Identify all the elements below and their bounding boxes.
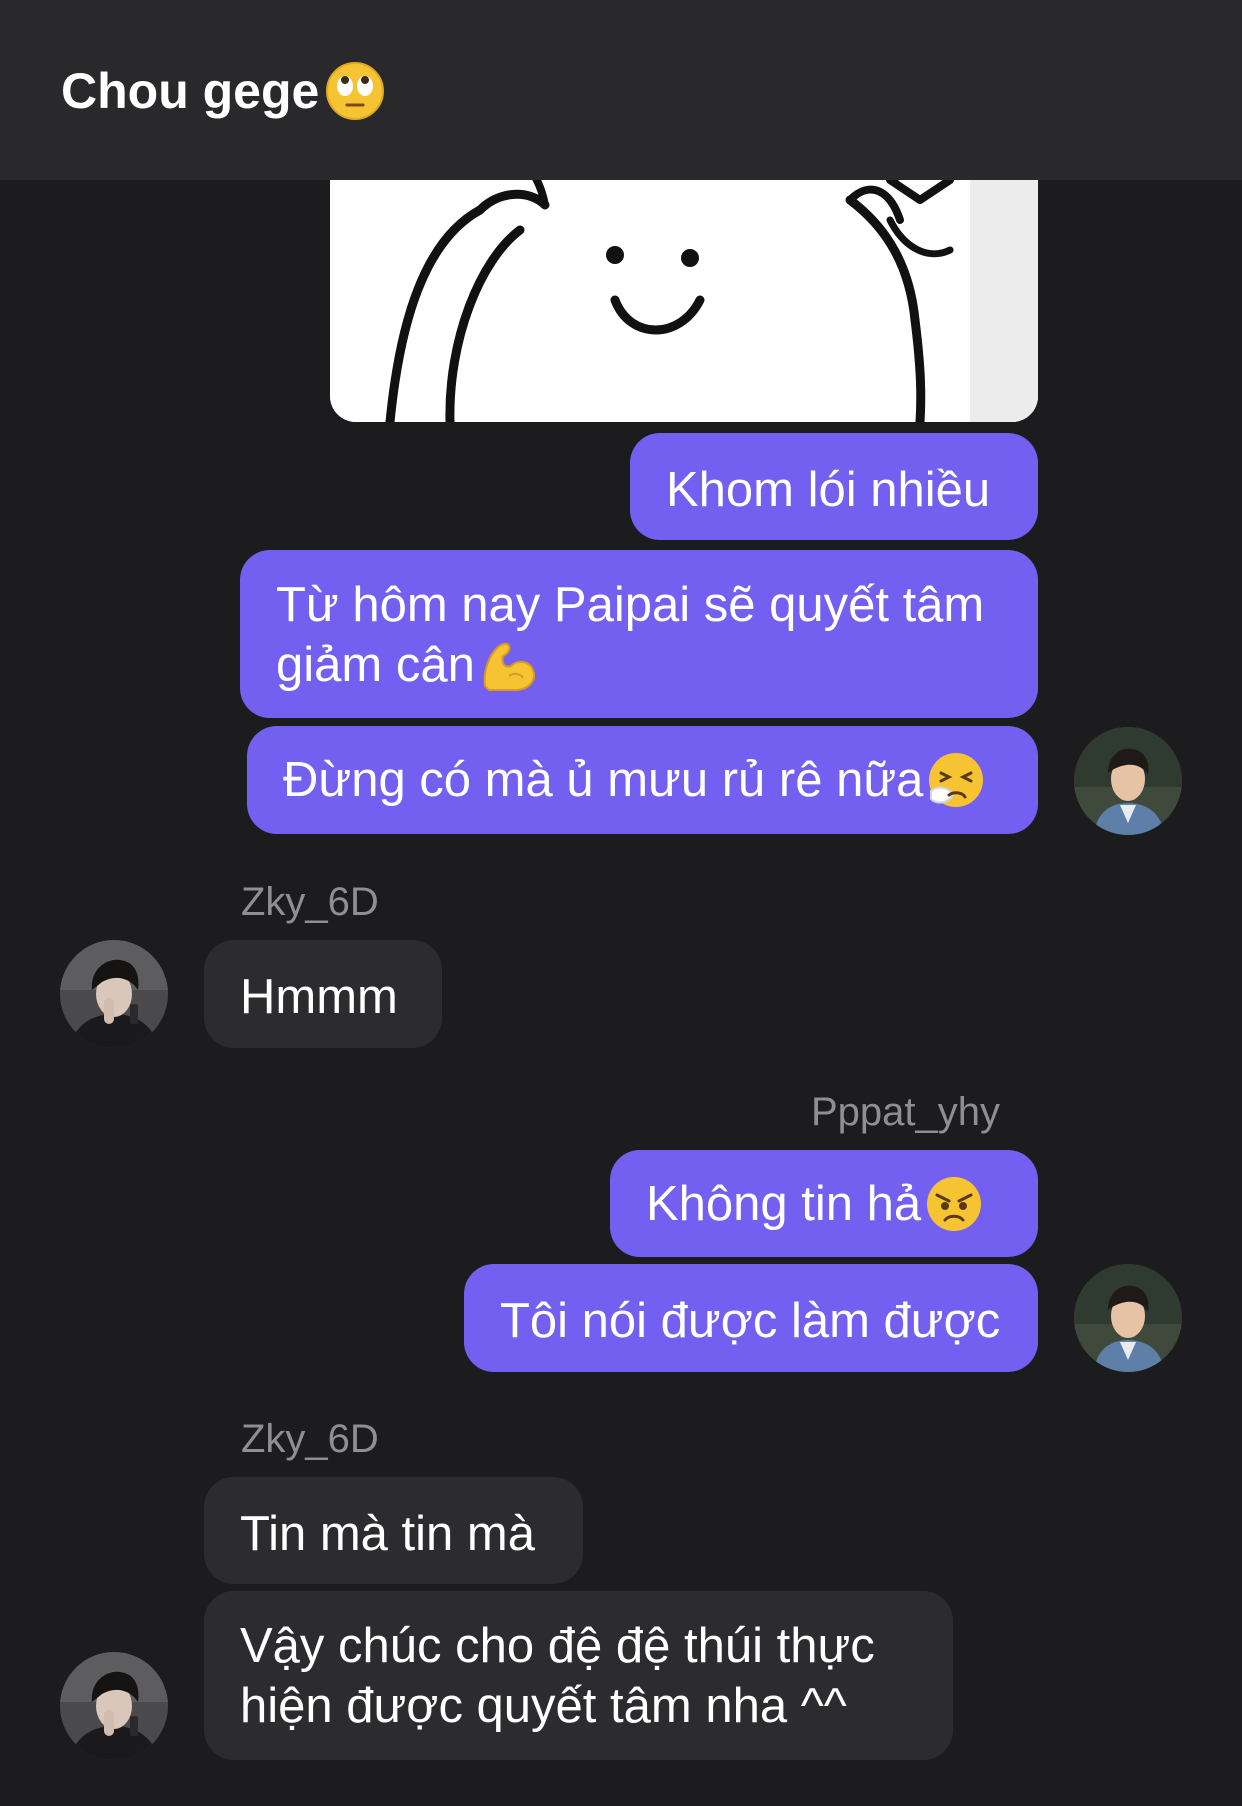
avatar-self[interactable] [1074, 1264, 1182, 1372]
message-bubble-incoming[interactable]: Hmmm [204, 940, 442, 1048]
message-bubble-incoming[interactable]: Vậy chúc cho đệ đệ thúi thực hiện được q… [204, 1591, 953, 1760]
face-with-rolling-eyes-icon [326, 62, 385, 120]
message-text: Khom lói nhiều [666, 463, 991, 517]
sender-name: Zky_6D [241, 880, 379, 924]
angry-face-icon [927, 1176, 982, 1231]
message-text-line-1: Từ hôm nay Paipai sẽ quyết tâm [276, 578, 985, 632]
chat-header: Chou gege [0, 0, 1242, 180]
message-text-line-2: hiện được quyết tâm nha ^^ [240, 1679, 847, 1733]
avatar-photo [1074, 1264, 1182, 1372]
message-text-line-1: Vậy chúc cho đệ đệ thúi thực [240, 1619, 875, 1673]
avatar-contact[interactable] [60, 940, 168, 1048]
avatar-self[interactable] [1074, 727, 1182, 835]
sender-name: Zky_6D [241, 1417, 379, 1461]
chat-screen: Chou gege Khom lói nhiều Từ hôm nay Paip… [0, 0, 1242, 1806]
message-bubble-outgoing[interactable]: Không tin hả [610, 1150, 1038, 1257]
sneezing-face-icon [929, 753, 984, 807]
message-text: Tôi nói được làm được [500, 1294, 1001, 1348]
flexed-biceps-icon [483, 642, 535, 691]
message-bubble-outgoing[interactable]: Từ hôm nay Paipai sẽ quyết tâm giảm cân [240, 550, 1038, 718]
sender-name: Pppat_yhy [810, 1090, 1000, 1134]
message-text: Hmmm [240, 970, 398, 1024]
message-text: Tin mà tin mà [240, 1507, 535, 1561]
avatar-contact[interactable] [60, 1652, 168, 1760]
message-bubble-incoming[interactable]: Tin mà tin mà [204, 1477, 583, 1584]
message-bubble-outgoing[interactable]: Tôi nói được làm được [464, 1264, 1038, 1372]
avatar-photo [60, 940, 168, 1048]
message-bubble-outgoing[interactable]: Khom lói nhiều [630, 433, 1038, 540]
message-text: Đừng có mà ủ mưu rủ rê nữa [283, 753, 924, 807]
chat-title-text: Chou gege [61, 63, 320, 119]
message-text: Không tin hả [646, 1176, 922, 1231]
message-bubble-outgoing[interactable]: Đừng có mà ủ mưu rủ rê nữa [247, 726, 1038, 834]
message-text-line-2: giảm cân [276, 638, 475, 692]
avatar-photo [1074, 727, 1182, 835]
avatar-photo [60, 1652, 168, 1760]
chat-title[interactable]: Chou gege [61, 56, 385, 126]
